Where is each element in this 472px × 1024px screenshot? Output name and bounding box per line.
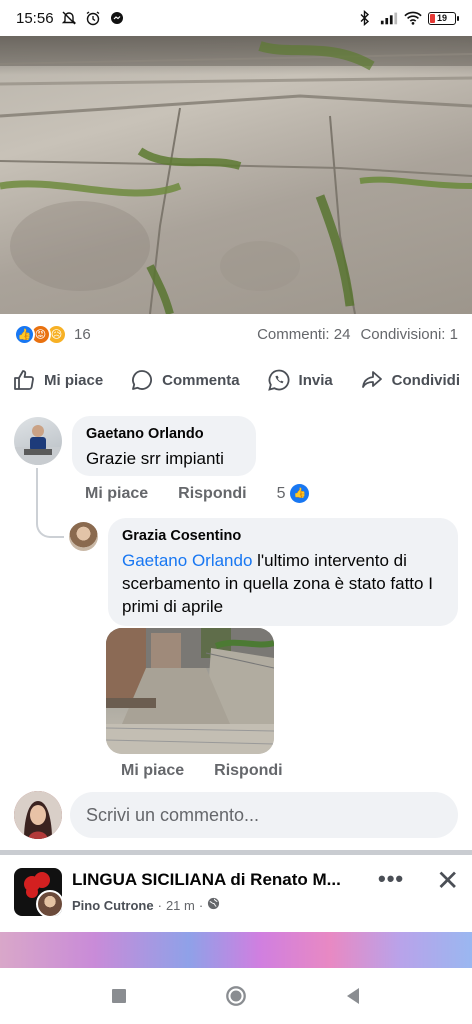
signal-icon bbox=[380, 10, 398, 26]
reactions-row: 👍 😡 😥 16 Commenti: 24 Condivisioni: 1 bbox=[0, 318, 472, 350]
share-label: Condividi bbox=[391, 371, 460, 389]
comment-author[interactable]: Gaetano Orlando bbox=[86, 425, 242, 443]
poster-avatar[interactable] bbox=[36, 890, 62, 916]
mute-icon bbox=[60, 10, 78, 26]
poster-name[interactable]: Pino Cutrone bbox=[72, 898, 154, 913]
back-icon[interactable] bbox=[342, 985, 364, 1007]
stone-steps-image bbox=[0, 36, 472, 314]
reaction-count[interactable]: 16 bbox=[74, 326, 91, 343]
grazia-avatar[interactable] bbox=[69, 522, 98, 551]
reply-author[interactable]: Grazia Cosentino bbox=[122, 527, 444, 545]
reply-thread-line bbox=[36, 468, 64, 538]
alley-steps-image bbox=[106, 628, 274, 754]
close-icon[interactable]: ✕ bbox=[436, 864, 459, 897]
post-time: 21 m bbox=[165, 897, 195, 913]
send-label: Invia bbox=[298, 371, 333, 389]
gaetano-avatar[interactable] bbox=[14, 417, 62, 465]
share-button[interactable]: Condividi bbox=[360, 368, 460, 392]
like-reaction-icon: 👍 bbox=[14, 323, 35, 345]
reply-like-button[interactable]: Mi piace bbox=[121, 762, 184, 780]
comment-reply-button[interactable]: Rispondi bbox=[178, 485, 246, 503]
next-post-background bbox=[0, 932, 472, 968]
group-logo[interactable] bbox=[14, 868, 62, 916]
mention-link[interactable]: Gaetano Orlando bbox=[122, 551, 252, 570]
wifi-icon bbox=[404, 10, 422, 26]
comment-button[interactable]: Commenta bbox=[130, 368, 240, 392]
status-time: 15:56 bbox=[16, 9, 54, 27]
comment-label: Commenta bbox=[162, 371, 240, 389]
home-icon[interactable] bbox=[225, 985, 247, 1007]
share-icon bbox=[361, 371, 382, 388]
send-button[interactable]: Invia bbox=[267, 368, 333, 392]
comment-meta: Mi piace Rispondi 5 👍 bbox=[85, 484, 310, 503]
status-bar: 15:56 19 bbox=[0, 0, 472, 36]
reply-reply-button[interactable]: Rispondi bbox=[214, 762, 282, 780]
recent-apps-icon[interactable] bbox=[108, 985, 130, 1007]
current-user-avatar[interactable] bbox=[14, 791, 62, 839]
post-meta: Pino Cutrone · 21 m · bbox=[72, 897, 220, 913]
comment-like-count[interactable]: 5 👍 bbox=[277, 484, 310, 503]
system-nav-bar bbox=[0, 968, 472, 1024]
reply-meta: Mi piace Rispondi bbox=[121, 762, 283, 780]
comment-like-button[interactable]: Mi piace bbox=[85, 485, 148, 503]
reply-bubble[interactable]: Grazia Cosentino Gaetano Orlando l'ultim… bbox=[108, 518, 458, 626]
comment-icon bbox=[132, 370, 153, 390]
whatsapp-icon bbox=[267, 369, 290, 391]
shares-count[interactable]: Condivisioni: 1 bbox=[360, 326, 458, 343]
battery-icon: 19 bbox=[428, 11, 459, 25]
reaction-icons[interactable]: 👍 😡 😥 bbox=[14, 323, 67, 345]
reply-text: Gaetano Orlando l'ultimo intervento di s… bbox=[122, 551, 433, 616]
alarm-icon bbox=[84, 10, 102, 26]
comment-input-placeholder: Scrivi un commento... bbox=[86, 804, 260, 825]
like-badge-icon: 👍 bbox=[290, 484, 310, 503]
comment-bubble[interactable]: Gaetano Orlando Grazie srr impianti bbox=[72, 416, 256, 476]
more-options-button[interactable]: ••• bbox=[378, 866, 404, 892]
group-name[interactable]: LINGUA SICILIANA di Renato M... bbox=[72, 870, 372, 890]
globe-icon bbox=[207, 897, 220, 913]
like-label: Mi piace bbox=[44, 371, 104, 389]
like-button[interactable]: Mi piace bbox=[12, 368, 103, 392]
post-action-bar: Mi piace Commenta Invia Condividi bbox=[0, 360, 472, 400]
comment-text: Grazie srr impianti bbox=[86, 449, 224, 468]
feed-divider bbox=[0, 850, 472, 855]
post-photo[interactable] bbox=[0, 36, 472, 314]
next-post-header: LINGUA SICILIANA di Renato M... Pino Cut… bbox=[0, 864, 472, 924]
chat-head-icon bbox=[108, 10, 126, 26]
comment-input[interactable]: Scrivi un commento... bbox=[70, 792, 458, 838]
reply-photo[interactable] bbox=[106, 628, 274, 754]
bluetooth-icon bbox=[356, 10, 374, 26]
thumbs-up-icon bbox=[14, 370, 34, 390]
comments-count[interactable]: Commenti: 24 bbox=[257, 326, 350, 343]
